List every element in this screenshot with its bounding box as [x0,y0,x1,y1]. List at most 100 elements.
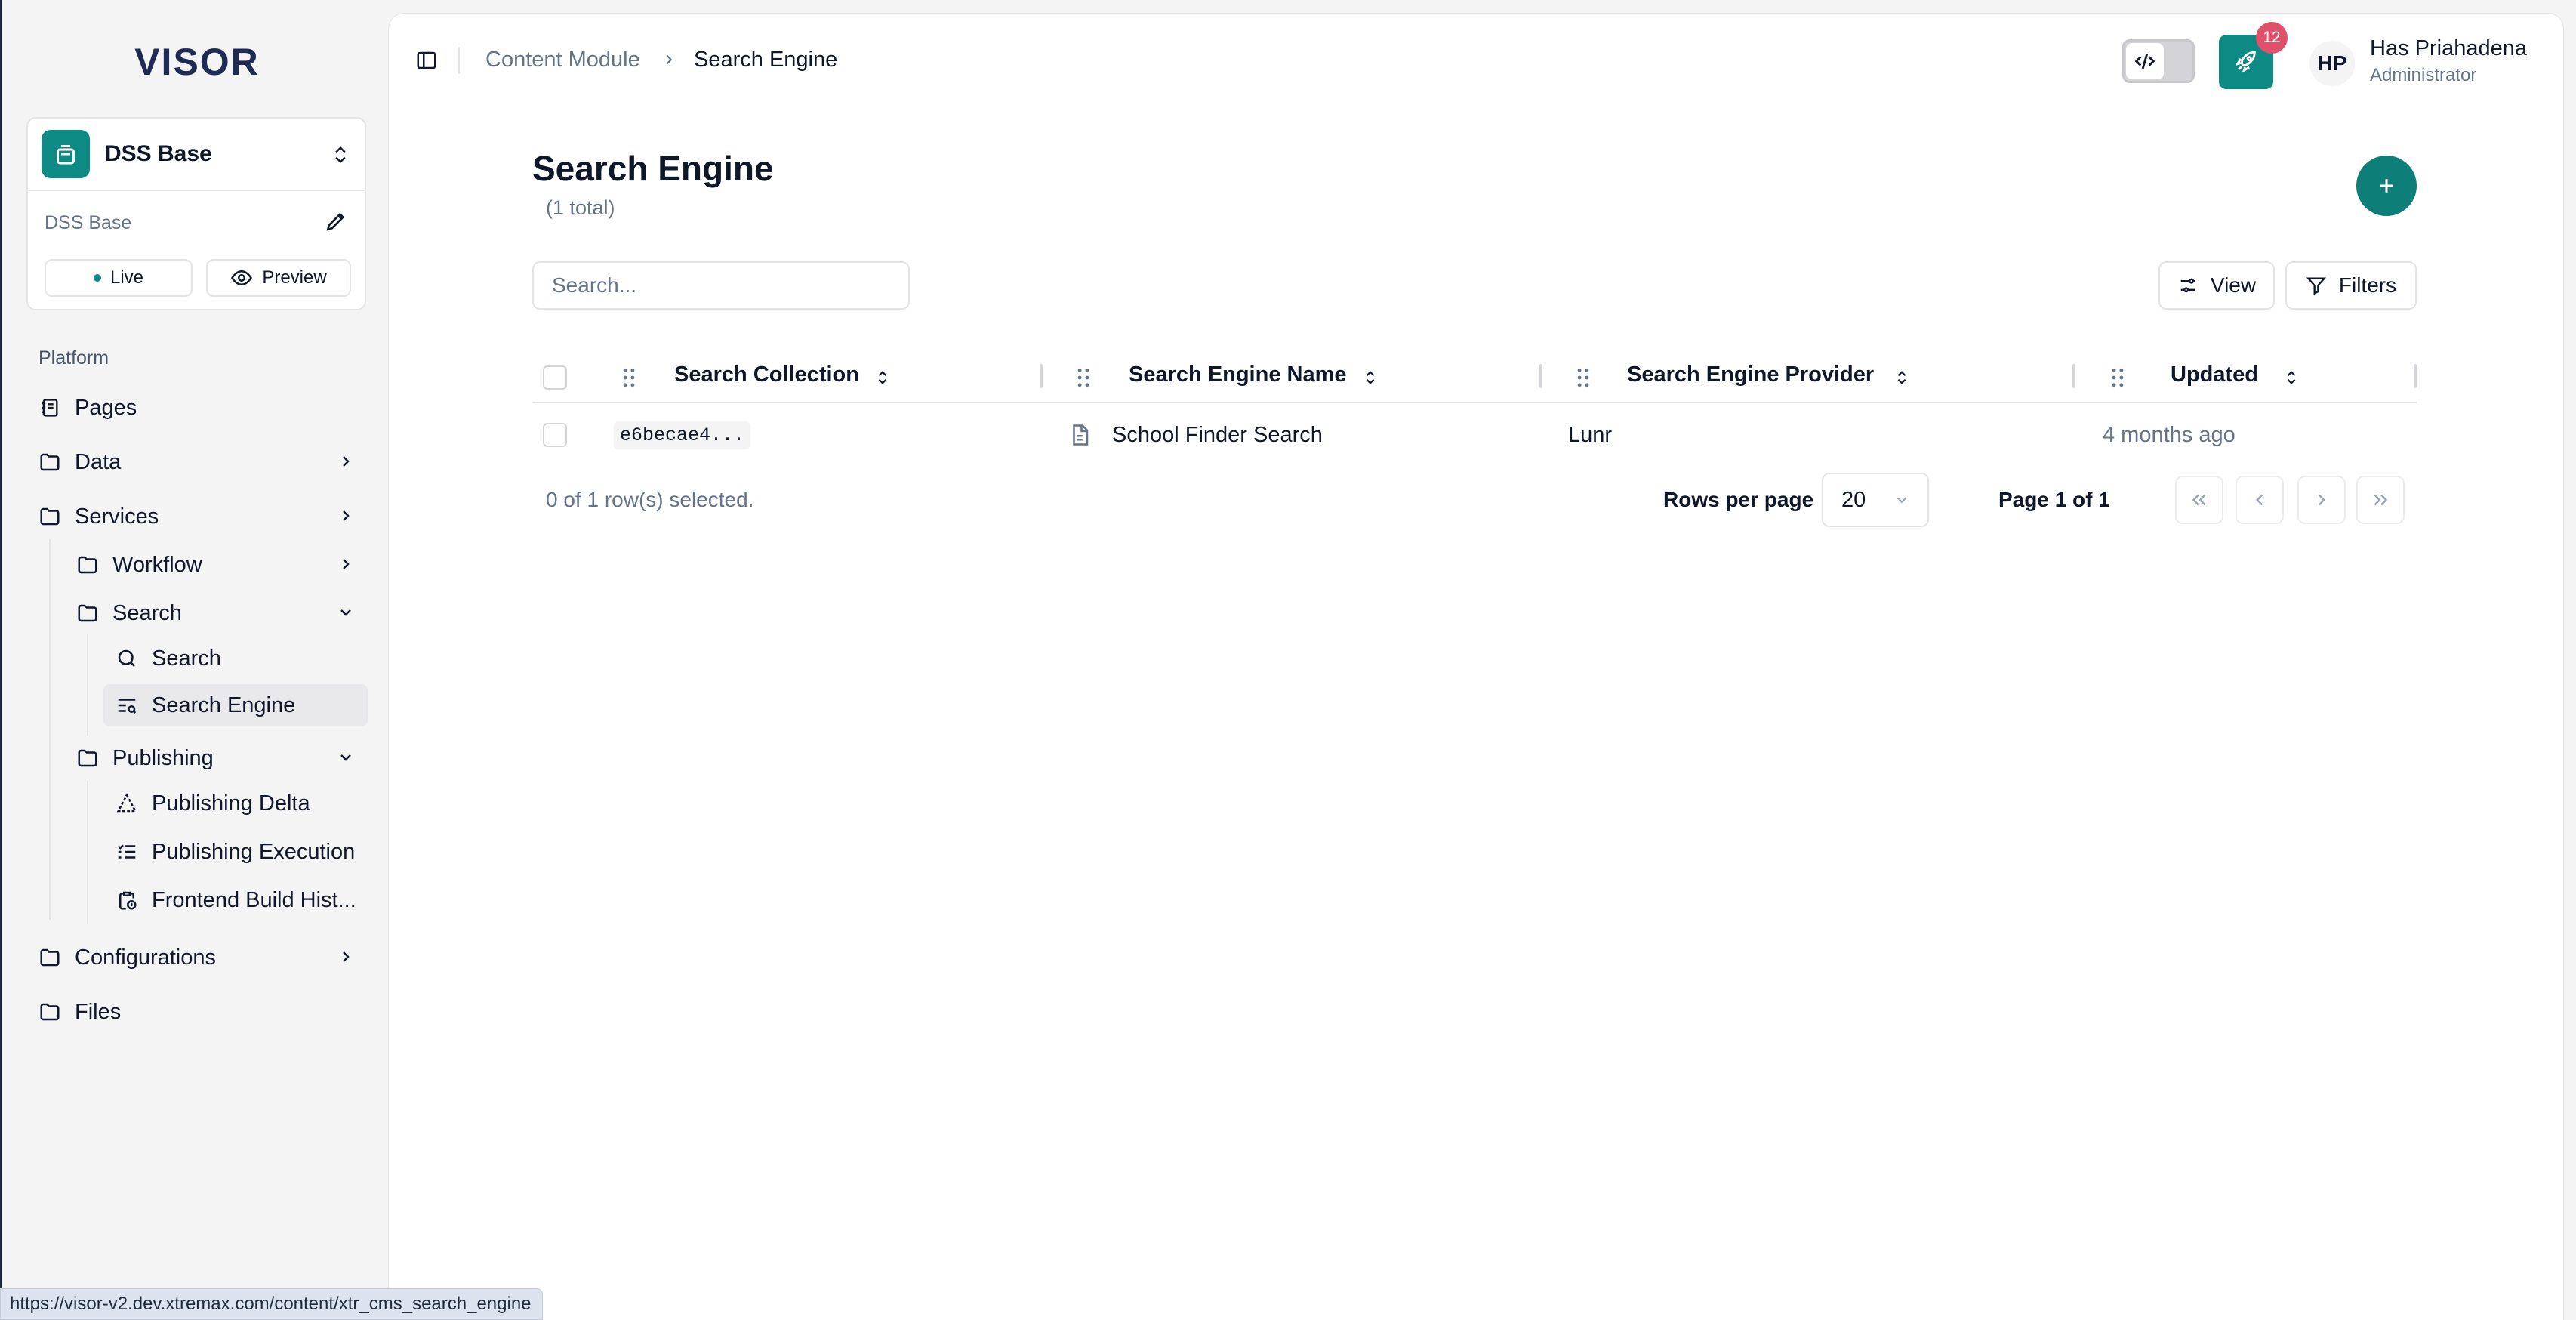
chevron-down-icon[interactable] [334,746,357,769]
column-header-search-engine-provider[interactable]: Search Engine Provider [1627,362,1874,387]
table-row[interactable]: e6becae4... School Finder Search Lunr 4 … [532,405,2417,467]
select-all-checkbox[interactable] [543,365,567,390]
folder-icon [75,552,100,578]
rows-per-page-select[interactable]: 20 [1822,473,1929,527]
chevron-down-icon[interactable] [334,601,357,624]
sliders-icon [2180,278,2195,293]
plus-icon [2380,179,2393,193]
sidebar-item-files[interactable]: Files [37,991,121,1033]
code-icon [2126,43,2164,79]
table-header: Search Collection Search Engine Name Sea… [532,352,2417,403]
rows-per-page-label: Rows per page [1663,488,1814,511]
folder-icon [37,999,63,1025]
chevron-right-icon [2318,494,2325,506]
sidebar-item-search[interactable]: Search [114,637,221,680]
column-resize-handle[interactable] [1040,364,1043,388]
workspace-subtitle: DSS Base [45,212,132,233]
search-input[interactable] [532,261,910,310]
filter-icon [2306,277,2326,295]
workspace-switcher[interactable]: DSS Base [28,119,365,191]
last-page-button[interactable] [2356,476,2405,524]
column-resize-handle[interactable] [2072,364,2075,388]
edit-icon[interactable] [321,206,351,236]
column-header-search-collection[interactable]: Search Collection [674,362,859,387]
workspace-card: DSS Base DSS Base Live Preview [26,117,366,310]
folder-icon [37,945,63,970]
nav-section-label: Platform [39,347,109,369]
sidebar-item-search-engine[interactable]: Search Engine [114,684,295,726]
drag-handle-icon[interactable] [620,367,638,388]
view-button[interactable]: View [2158,261,2275,310]
add-button[interactable] [2356,156,2417,216]
sidebar-item-publishing[interactable]: Publishing [75,737,214,779]
preview-button[interactable]: Preview [206,259,351,297]
sort-icon[interactable] [1891,365,1912,390]
workspace-icon [42,130,90,178]
sidebar-item-publishing-delta[interactable]: Publishing Delta [114,782,310,825]
column-resize-handle[interactable] [1539,364,1542,388]
record-count: (1 total) [546,196,615,219]
rocket-icon [2235,51,2256,73]
live-button[interactable]: Live [45,259,193,297]
sidebar-item-workflow[interactable]: Workflow [75,544,202,586]
column-header-search-engine-name[interactable]: Search Engine Name [1129,362,1347,387]
divider [458,47,460,74]
chevron-right-icon[interactable] [334,450,357,473]
sidebar-item-search-folder[interactable]: Search [75,592,182,634]
chevron-right-icon[interactable] [334,504,357,527]
notification-badge: 12 [2256,22,2288,54]
clipboard-clock-icon [114,887,140,913]
visor-logo[interactable]: VISOR [131,39,263,85]
page-info: Page 1 of 1 [1998,488,2110,511]
triangle-dashed-icon [114,791,140,816]
chevron-right-icon [658,48,680,71]
sidebar-item-pages[interactable]: Pages [37,387,137,429]
previous-page-button[interactable] [2236,476,2284,524]
status-bar-url: https://visor-v2.dev.xtremax.com/content… [0,1288,543,1320]
search-engine-name[interactable]: School Finder Search [1112,423,1323,448]
chevron-left-icon [2256,494,2263,506]
folder-icon [75,600,100,626]
sidebar-item-data[interactable]: Data [37,441,121,483]
sidebar-item-configurations[interactable]: Configurations [37,936,216,979]
chevron-right-icon[interactable] [334,553,357,575]
text-search-icon [114,692,140,718]
sort-icon[interactable] [1360,365,1381,390]
chevron-right-icon[interactable] [334,945,357,968]
tree-line [87,781,88,924]
user-name[interactable]: Has Priahadena [2370,36,2527,61]
folder-icon [75,745,100,771]
row-checkbox[interactable] [543,423,567,447]
column-header-updated[interactable]: Updated [2171,362,2258,387]
drag-handle-icon[interactable] [1574,367,1592,388]
page-title: Search Engine [532,149,774,188]
first-page-button[interactable] [2175,476,2223,524]
search-engine-provider: Lunr [1568,423,1613,447]
main-panel: Content Module Search Engine 12 HP Has P… [389,14,2563,1320]
next-page-button[interactable] [2297,476,2346,524]
breadcrumb-parent[interactable]: Content Module [485,48,640,72]
notebook-icon [37,395,63,421]
collection-id: e6becae4... [614,421,751,449]
folder-icon [37,449,63,475]
chevrons-left-icon [2192,494,2206,506]
drag-handle-icon[interactable] [1074,367,1092,388]
sidebar-item-services[interactable]: Services [37,495,159,538]
avatar[interactable]: HP [2309,41,2355,86]
drag-handle-icon[interactable] [2109,367,2127,388]
live-dot-icon [93,274,101,282]
code-mode-toggle[interactable] [2122,39,2195,83]
sidebar-item-publishing-execution[interactable]: Publishing Execution [114,831,355,873]
sidebar-item-frontend-build-history[interactable]: Frontend Build Hist... [114,879,356,921]
sidebar: VISOR DSS Base DSS Base Live Preview Pla… [2,0,386,1320]
column-resize-handle[interactable] [2414,364,2417,388]
filters-button[interactable]: Filters [2285,261,2417,310]
tree-line [49,539,51,920]
user-role: Administrator [2370,65,2477,85]
search-icon [114,646,140,671]
sort-icon[interactable] [2281,365,2302,390]
chevrons-up-down-icon [327,141,354,168]
sidebar-toggle-icon[interactable] [413,47,440,74]
sort-icon[interactable] [872,365,893,390]
tree-line [87,634,88,736]
